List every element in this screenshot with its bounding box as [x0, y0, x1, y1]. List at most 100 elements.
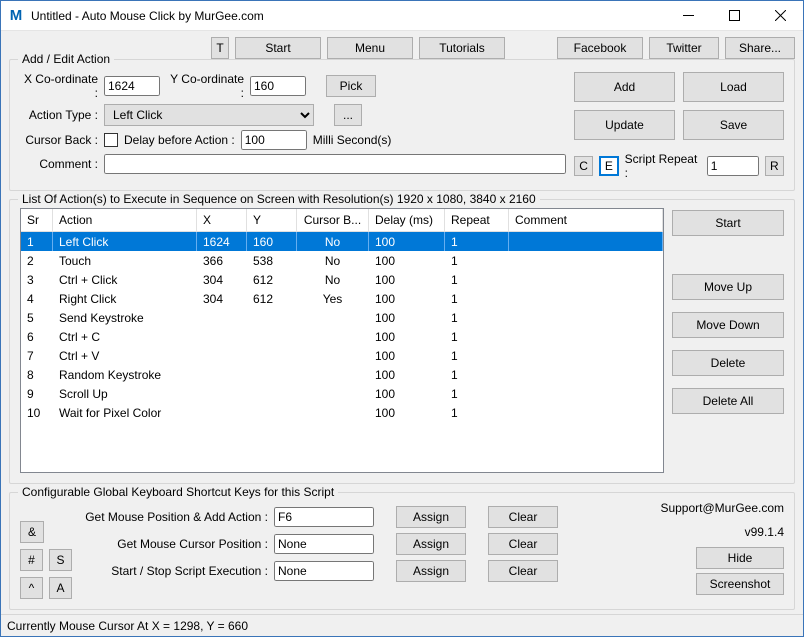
shortcut3-input[interactable] — [274, 561, 374, 581]
cell-x: 304 — [197, 289, 247, 308]
table-body: 1Left Click1624160No10012Touch366538No10… — [21, 232, 663, 422]
x-coord-input[interactable] — [104, 76, 160, 96]
cell-delay: 100 — [369, 251, 445, 270]
cell-repeat: 1 — [445, 289, 509, 308]
table-row[interactable]: 8Random Keystroke1001 — [21, 365, 663, 384]
cell-y — [247, 365, 297, 384]
a-button[interactable]: A — [49, 577, 72, 599]
cell-sr: 10 — [21, 403, 53, 422]
cell-repeat: 1 — [445, 365, 509, 384]
comment-input[interactable] — [104, 154, 566, 174]
col-repeat[interactable]: Repeat — [445, 209, 509, 231]
screenshot-button[interactable]: Screenshot — [696, 573, 784, 595]
assign3-button[interactable]: Assign — [396, 560, 466, 582]
action-type-select[interactable]: Left Click — [104, 104, 314, 126]
table-row[interactable]: 9Scroll Up1001 — [21, 384, 663, 403]
move-up-button[interactable]: Move Up — [672, 274, 784, 300]
cell-action: Scroll Up — [53, 384, 197, 403]
start-list-button[interactable]: Start — [672, 210, 784, 236]
facebook-button[interactable]: Facebook — [557, 37, 643, 59]
load-button[interactable]: Load — [683, 72, 784, 102]
delete-button[interactable]: Delete — [672, 350, 784, 376]
cell-cb — [297, 327, 369, 346]
hash-button[interactable]: # — [20, 549, 43, 571]
cell-repeat: 1 — [445, 346, 509, 365]
cell-x — [197, 403, 247, 422]
add-button[interactable]: Add — [574, 72, 675, 102]
cell-comment — [509, 232, 663, 251]
y-coord-input[interactable] — [250, 76, 306, 96]
table-row[interactable]: 3Ctrl + Click304612No1001 — [21, 270, 663, 289]
col-action[interactable]: Action — [53, 209, 197, 231]
shortcut1-label: Get Mouse Position & Add Action : — [80, 510, 268, 524]
table-row[interactable]: 7Ctrl + V1001 — [21, 346, 663, 365]
s-button[interactable]: S — [49, 549, 72, 571]
close-button[interactable] — [757, 1, 803, 31]
col-x[interactable]: X — [197, 209, 247, 231]
clear1-button[interactable]: Clear — [488, 506, 558, 528]
action-table[interactable]: Sr Action X Y Cursor B... Delay (ms) Rep… — [20, 208, 664, 473]
x-coord-label: X Co-ordinate : — [20, 72, 98, 100]
action-type-more-button[interactable]: ... — [334, 104, 362, 126]
r-button[interactable]: R — [765, 156, 784, 176]
cell-repeat: 1 — [445, 403, 509, 422]
table-row[interactable]: 4Right Click304612Yes1001 — [21, 289, 663, 308]
shortcut2-input[interactable] — [274, 534, 374, 554]
e-button[interactable]: E — [599, 156, 618, 176]
cell-x — [197, 346, 247, 365]
cell-sr: 9 — [21, 384, 53, 403]
hide-button[interactable]: Hide — [696, 547, 784, 569]
minimize-button[interactable] — [665, 1, 711, 31]
shortcut1-input[interactable] — [274, 507, 374, 527]
cell-x: 1624 — [197, 232, 247, 251]
table-row[interactable]: 5Send Keystroke1001 — [21, 308, 663, 327]
cell-action: Wait for Pixel Color — [53, 403, 197, 422]
move-down-button[interactable]: Move Down — [672, 312, 784, 338]
col-sr[interactable]: Sr — [21, 209, 53, 231]
cell-repeat: 1 — [445, 327, 509, 346]
cursor-back-label: Cursor Back : — [20, 133, 98, 147]
col-cursor-back[interactable]: Cursor B... — [297, 209, 369, 231]
c-button[interactable]: C — [574, 156, 593, 176]
table-row[interactable]: 10Wait for Pixel Color1001 — [21, 403, 663, 422]
tutorials-button[interactable]: Tutorials — [419, 37, 505, 59]
cell-comment — [509, 327, 663, 346]
clear3-button[interactable]: Clear — [488, 560, 558, 582]
maximize-button[interactable] — [711, 1, 757, 31]
clear2-button[interactable]: Clear — [488, 533, 558, 555]
cell-delay: 100 — [369, 232, 445, 251]
start-top-button[interactable]: Start — [235, 37, 321, 59]
table-row[interactable]: 6Ctrl + C1001 — [21, 327, 663, 346]
assign2-button[interactable]: Assign — [396, 533, 466, 555]
cell-y: 612 — [247, 289, 297, 308]
table-row[interactable]: 2Touch366538No1001 — [21, 251, 663, 270]
update-button[interactable]: Update — [574, 110, 675, 140]
col-delay[interactable]: Delay (ms) — [369, 209, 445, 231]
share-button[interactable]: Share... — [725, 37, 795, 59]
support-link[interactable]: Support@MurGee.com — [660, 501, 784, 515]
add-edit-group: Add / Edit Action X Co-ordinate : Y Co-o… — [9, 59, 795, 191]
delete-all-button[interactable]: Delete All — [672, 388, 784, 414]
amp-button[interactable]: & — [20, 521, 44, 543]
cell-repeat: 1 — [445, 232, 509, 251]
script-repeat-input[interactable] — [707, 156, 759, 176]
cell-delay: 100 — [369, 308, 445, 327]
save-button[interactable]: Save — [683, 110, 784, 140]
table-row[interactable]: 1Left Click1624160No1001 — [21, 232, 663, 251]
cell-cb: No — [297, 251, 369, 270]
col-y[interactable]: Y — [247, 209, 297, 231]
caret-button[interactable]: ^ — [20, 577, 43, 599]
assign1-button[interactable]: Assign — [396, 506, 466, 528]
cell-y — [247, 327, 297, 346]
cell-action: Ctrl + Click — [53, 270, 197, 289]
pick-button[interactable]: Pick — [326, 75, 376, 97]
col-comment[interactable]: Comment — [509, 209, 663, 231]
cell-sr: 4 — [21, 289, 53, 308]
twitter-button[interactable]: Twitter — [649, 37, 719, 59]
add-edit-legend: Add / Edit Action — [18, 52, 114, 66]
cursor-back-checkbox[interactable] — [104, 133, 118, 147]
shortcut3-label: Start / Stop Script Execution : — [80, 564, 268, 578]
t-button[interactable]: T — [211, 37, 229, 59]
delay-input[interactable] — [241, 130, 307, 150]
menu-button[interactable]: Menu — [327, 37, 413, 59]
